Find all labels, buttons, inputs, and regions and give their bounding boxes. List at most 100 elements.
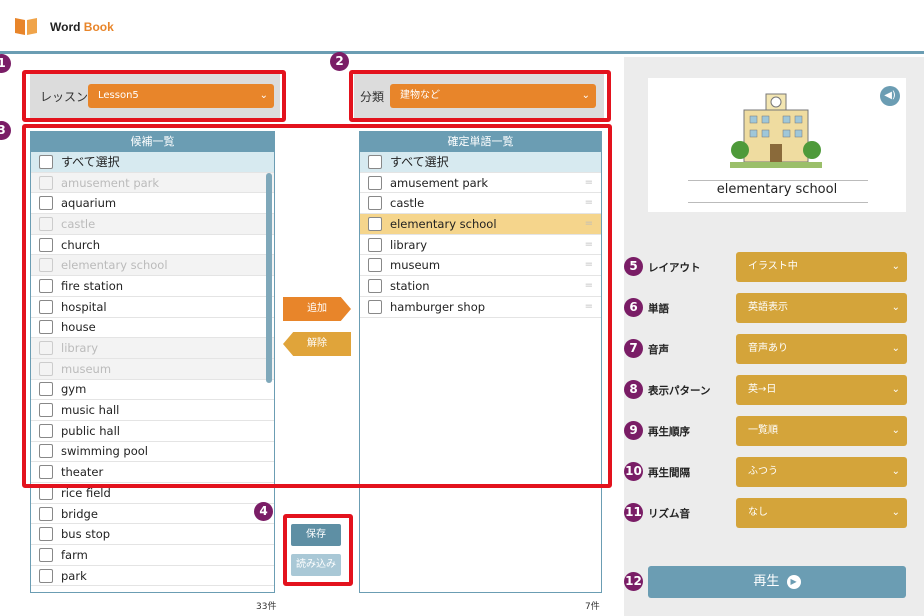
divider [688,180,868,181]
setting-dropdown[interactable]: 英→日 ⌄ [736,375,907,405]
checkbox[interactable] [368,175,382,190]
checkbox[interactable] [39,568,53,583]
confirmed-item[interactable]: amusement park = [360,173,601,194]
checkbox[interactable] [368,237,382,252]
candidate-item[interactable]: swimming pool [31,442,274,463]
candidate-item[interactable]: rice field [31,483,274,504]
checkbox[interactable] [368,216,382,231]
drag-handle-icon[interactable]: = [585,280,593,291]
drag-handle-icon[interactable]: = [585,177,593,188]
checkbox[interactable] [39,547,53,562]
callout-2: 2 [330,52,349,71]
checkbox[interactable] [368,154,382,169]
word-card: elementary school ◀) [648,78,906,212]
callout-5: 5 [624,257,643,276]
chevron-down-icon: ⌄ [891,302,900,313]
candidate-item[interactable]: theater [31,462,274,483]
candidate-item[interactable]: music hall [31,400,274,421]
chevron-down-icon: ⌄ [259,90,268,101]
confirmed-item[interactable]: elementary school = [360,214,601,235]
candidate-item[interactable]: bus stop [31,524,274,546]
setting-label: 再生順序 [648,426,690,438]
candidate-item[interactable]: house [31,318,274,339]
candidate-scrollbar[interactable] [266,173,272,383]
checkbox[interactable] [39,382,53,397]
checkbox[interactable] [368,278,382,293]
drag-handle-icon[interactable]: = [585,218,593,229]
checkbox[interactable] [39,278,53,293]
drag-handle-icon[interactable]: = [585,301,593,312]
callout-8: 8 [624,380,643,399]
load-button[interactable]: 読み込み [291,554,341,576]
speaker-icon[interactable]: ◀) [880,86,900,106]
candidate-item[interactable]: aquarium [31,193,274,215]
confirmed-list: 確定単語一覧 すべて選択 amusement park = castle = eleme… [359,131,602,593]
app-title: Word Book [50,20,114,34]
confirmed-item[interactable]: station = [360,276,601,297]
lesson-label: レッスン [40,90,89,104]
drag-handle-icon[interactable]: = [585,197,593,208]
candidate-item[interactable]: park [31,566,274,587]
confirmed-item[interactable]: hamburger shop = [360,297,601,318]
checkbox[interactable] [39,465,53,480]
checkbox[interactable] [39,527,53,542]
play-icon: ▶ [786,574,801,589]
checkbox[interactable] [368,258,382,273]
checkbox[interactable] [39,444,53,459]
confirmed-item[interactable]: castle = [360,193,601,215]
callout-11: 11 [624,503,643,522]
callout-9: 9 [624,421,643,440]
add-button[interactable]: 追加 [283,297,351,321]
remove-button[interactable]: 解除 [283,332,351,356]
lesson-value: Lesson5 [98,90,139,101]
setting-label: 表示パターン [648,385,711,397]
school-building-illustration [730,93,822,168]
checkbox[interactable] [39,403,53,418]
checkbox[interactable] [39,237,53,252]
candidate-item[interactable]: farm [31,545,274,566]
candidate-item[interactable]: hospital [31,297,274,318]
confirmed-count: 7件 [585,602,600,612]
candidate-item: library [31,338,274,359]
checkbox[interactable] [39,320,53,335]
setting-dropdown[interactable]: ふつう ⌄ [736,457,907,487]
checkbox[interactable] [39,423,53,438]
candidate-item[interactable]: public hall [31,421,274,442]
callout-6: 6 [624,298,643,317]
candidate-item[interactable]: church [31,235,274,256]
checkbox[interactable] [39,196,53,211]
lesson-dropdown[interactable]: Lesson5 ⌄ [88,84,274,108]
checkbox[interactable] [368,299,382,314]
play-button[interactable]: 再生 ▶ [648,566,906,598]
candidate-item[interactable]: fire station [31,276,274,297]
candidate-item[interactable]: gym [31,380,274,401]
candidate-list: 候補一覧 すべて選択 amusement park aquarium castle c… [30,131,275,593]
select-all-candidates[interactable]: すべて選択 [31,152,274,173]
confirmed-item[interactable]: museum = [360,255,601,277]
callout-12: 12 [624,572,643,591]
category-label: 分類 [360,90,385,104]
confirmed-item[interactable]: library = [360,235,601,256]
candidate-count: 33件 [256,602,277,612]
select-all-confirmed[interactable]: すべて選択 [360,152,601,173]
candidate-item[interactable]: bridge [31,504,274,525]
checkbox[interactable] [39,154,53,169]
drag-handle-icon[interactable]: = [585,239,593,250]
chevron-down-icon: ⌄ [891,466,900,477]
setting-dropdown[interactable]: 音声あり ⌄ [736,334,907,364]
chevron-down-icon: ⌄ [581,90,590,101]
setting-dropdown[interactable]: 英語表示 ⌄ [736,293,907,323]
checkbox[interactable] [39,506,53,521]
checkbox[interactable] [368,196,382,211]
setting-dropdown[interactable]: なし ⌄ [736,498,907,528]
chevron-down-icon: ⌄ [891,261,900,272]
setting-dropdown[interactable]: イラスト中 ⌄ [736,252,907,282]
setting-dropdown[interactable]: 一覧順 ⌄ [736,416,907,446]
category-value: 建物など [400,90,440,101]
checkbox[interactable] [39,299,53,314]
save-button[interactable]: 保存 [291,524,341,546]
checkbox[interactable] [39,485,53,500]
drag-handle-icon[interactable]: = [585,259,593,270]
lesson-selector: レッスン Lesson5 ⌄ [30,74,280,118]
category-dropdown[interactable]: 建物など ⌄ [390,84,596,108]
